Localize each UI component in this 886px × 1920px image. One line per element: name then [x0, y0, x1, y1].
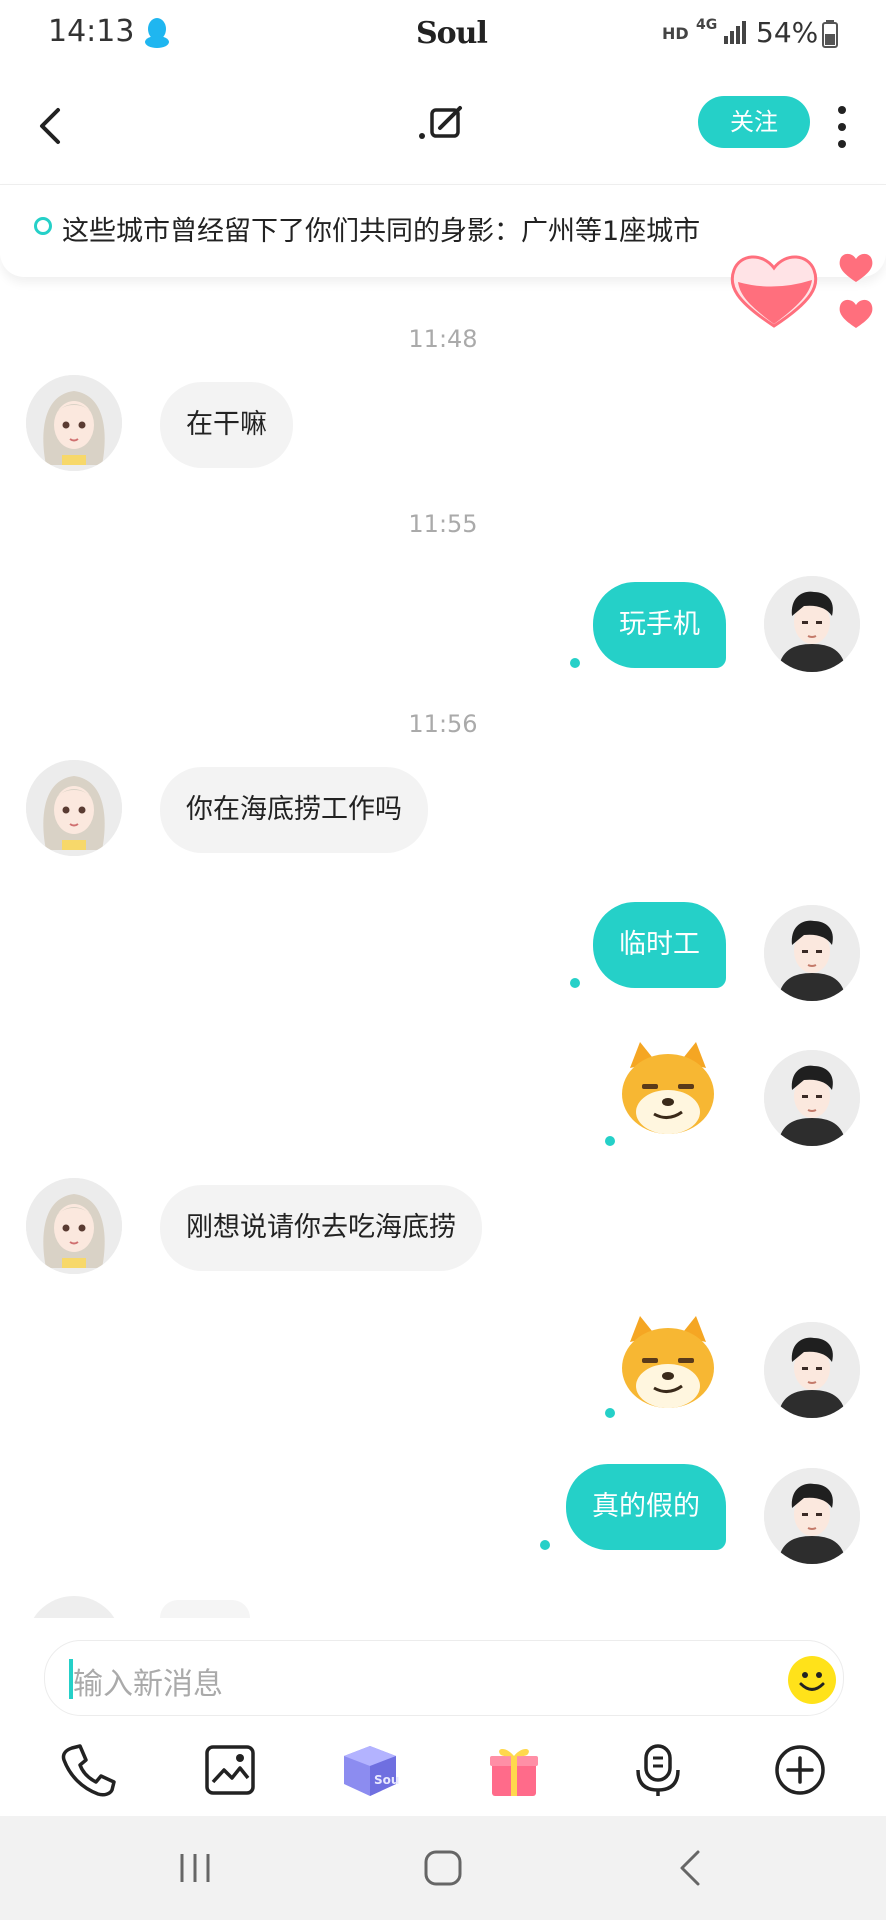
timestamp: 11:56 [408, 710, 478, 738]
qq-icon [145, 18, 169, 48]
status-bar: 14:13 Soul HD 4G 54% [0, 0, 886, 72]
timestamp: 11:48 [408, 325, 478, 353]
chat-toolbar: Soul [0, 1726, 886, 1826]
my-avatar[interactable] [764, 1468, 860, 1564]
svg-text:Soul: Soul [374, 1773, 400, 1787]
edit-remark-icon[interactable] [414, 102, 474, 146]
plus-icon[interactable] [770, 1740, 830, 1800]
battery-percent: 54% [756, 16, 819, 49]
soul-app-logo: Soul [416, 16, 488, 51]
image-icon[interactable] [200, 1740, 260, 1800]
read-indicator [570, 978, 580, 988]
read-indicator [605, 1136, 615, 1146]
message-input[interactable]: 输入新消息 [44, 1640, 844, 1716]
status-time: 14:13 [48, 14, 135, 49]
my-avatar[interactable] [764, 1050, 860, 1146]
back-button[interactable] [30, 96, 70, 156]
shiba-sticker[interactable] [616, 1312, 720, 1416]
read-indicator [605, 1408, 615, 1418]
contact-avatar[interactable] [26, 1178, 122, 1274]
message-bubble-received[interactable]: 在干嘛 [160, 382, 293, 468]
message-bubble-sent[interactable]: 真的假的 [566, 1464, 726, 1550]
follow-button[interactable]: 关注 [698, 96, 810, 148]
system-nav-bar [0, 1816, 886, 1920]
contact-avatar-partial [26, 1596, 122, 1618]
emoji-icon[interactable] [787, 1655, 837, 1705]
banner-text: 这些城市曾经留下了你们共同的身影：广州等1座城市 [62, 216, 701, 247]
network-indicator: 4G [696, 17, 718, 33]
intimacy-hearts-icon[interactable] [726, 246, 886, 336]
home-icon[interactable] [418, 1846, 468, 1890]
more-options-icon[interactable] [832, 102, 852, 152]
my-avatar[interactable] [764, 576, 860, 672]
read-indicator [540, 1540, 550, 1550]
shiba-sticker[interactable] [616, 1038, 720, 1142]
message-bubble-sent[interactable]: 临时工 [593, 902, 726, 988]
hd-indicator: HD [662, 24, 689, 43]
contact-avatar[interactable] [26, 760, 122, 856]
voice-icon[interactable] [628, 1740, 688, 1800]
recent-apps-icon[interactable] [170, 1846, 220, 1890]
message-bubble-received[interactable]: 刚想说请你去吃海底捞 [160, 1185, 482, 1271]
message-bubble-received[interactable]: 你在海底捞工作吗 [160, 767, 428, 853]
message-bubble-sent[interactable]: 玩手机 [593, 582, 726, 668]
soul-box-icon[interactable]: Soul [340, 1740, 400, 1800]
signal-icon [724, 21, 746, 44]
battery-icon [822, 20, 838, 48]
timestamp: 11:55 [408, 510, 478, 538]
contact-avatar[interactable] [26, 375, 122, 471]
my-avatar[interactable] [764, 1322, 860, 1418]
back-nav-icon[interactable] [666, 1846, 716, 1890]
chat-header: 关注 [0, 72, 886, 184]
gift-icon[interactable] [484, 1740, 544, 1800]
input-placeholder: 输入新消息 [73, 1667, 223, 1702]
read-indicator [570, 658, 580, 668]
message-bubble-partial [160, 1600, 250, 1618]
my-avatar[interactable] [764, 905, 860, 1001]
phone-icon[interactable] [58, 1740, 118, 1800]
banner-dot-icon [34, 217, 52, 235]
